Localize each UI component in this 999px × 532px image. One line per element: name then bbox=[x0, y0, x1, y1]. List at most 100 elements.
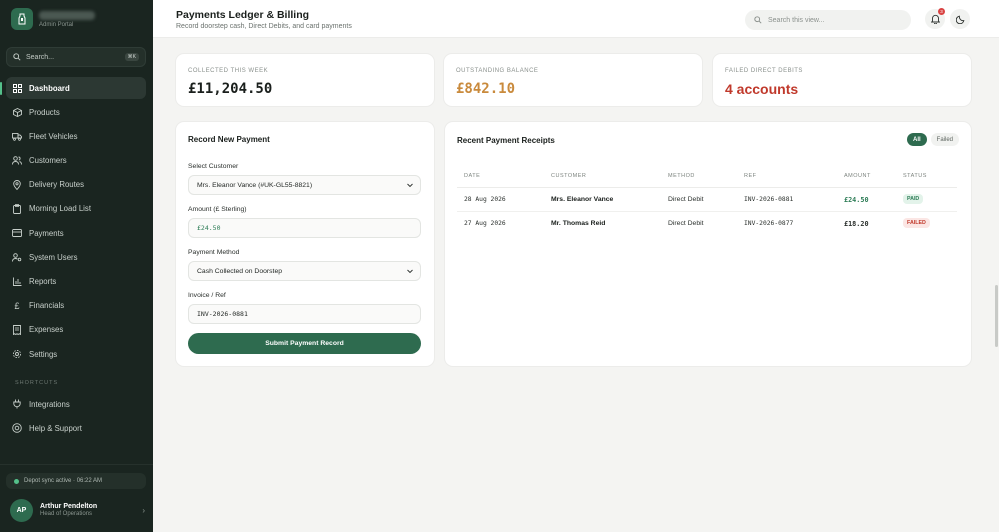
submit-payment-button[interactable]: Submit Payment Record bbox=[188, 333, 421, 354]
sidebar-item-integrations[interactable]: Integrations bbox=[6, 393, 146, 415]
depot-sync-status: Depot sync active · 06:22 AM bbox=[6, 473, 146, 489]
stat-label: COLLECTED THIS WEEK bbox=[188, 68, 269, 74]
sidebar-item-label: Fleet Vehicles bbox=[29, 131, 78, 141]
form-title: Record New Payment bbox=[188, 135, 270, 144]
page-scrollbar-thumb[interactable] bbox=[995, 285, 998, 347]
column-header-customer[interactable]: CUSTOMER bbox=[551, 173, 586, 179]
active-indicator bbox=[0, 82, 2, 95]
outstanding-balance-card: OUTSTANDING BALANCE £842.10 bbox=[444, 54, 702, 106]
chevron-right-icon: › bbox=[142, 505, 145, 515]
sidebar-search-input[interactable]: Search... ⌘K bbox=[6, 47, 146, 67]
sidebar-item-label: Reports bbox=[29, 277, 57, 286]
sidebar-item-label: Dashboard bbox=[29, 83, 70, 93]
sidebar-search-placeholder: Search... bbox=[26, 53, 55, 61]
sidebar-item-label: Delivery Routes bbox=[29, 180, 85, 190]
sidebar-item-label: Customers bbox=[29, 156, 67, 166]
chevron-down-icon bbox=[406, 267, 414, 277]
sync-status-text: Depot sync active · 06:22 AM bbox=[24, 478, 103, 484]
stat-value: 4 accounts bbox=[725, 81, 799, 97]
credit-card-icon bbox=[12, 228, 22, 238]
shortcuts-nav: Integrations Help & Support bbox=[6, 393, 146, 441]
column-header-ref[interactable]: REF bbox=[744, 173, 757, 179]
sidebar-item-payments[interactable]: Payments bbox=[6, 222, 146, 244]
column-header-status[interactable]: STATUS bbox=[903, 173, 927, 179]
payment-method-value: Cash Collected on Doorstep bbox=[197, 267, 283, 275]
sidebar-item-label: Expenses bbox=[29, 325, 64, 335]
user-cog-icon bbox=[12, 252, 22, 262]
bar-chart-icon bbox=[12, 277, 22, 287]
invoice-ref-input[interactable]: INV-2026-0881 bbox=[188, 304, 421, 324]
status-badge: FAILED bbox=[903, 218, 930, 228]
bell-icon bbox=[930, 14, 940, 24]
filter-all-button[interactable]: All bbox=[906, 133, 927, 146]
notification-badge: 3 bbox=[938, 8, 945, 15]
sidebar-item-label: Payments bbox=[29, 228, 64, 238]
cell-amount: £24.50 bbox=[844, 196, 869, 204]
cell-date: 27 Aug 2026 bbox=[464, 220, 506, 227]
moon-icon bbox=[955, 15, 965, 24]
sidebar-item-system-users[interactable]: System Users bbox=[6, 246, 146, 268]
receipt-icon bbox=[12, 324, 22, 335]
sidebar-item-label: Products bbox=[29, 107, 60, 117]
user-profile[interactable]: AP Arthur Pendelton Head of Operations › bbox=[10, 497, 145, 523]
grid-icon bbox=[12, 83, 22, 93]
sidebar-item-label: Help & Support bbox=[29, 423, 82, 433]
sidebar-item-label: Financials bbox=[29, 301, 65, 311]
notifications-button[interactable]: 3 bbox=[925, 8, 945, 29]
brand[interactable]: Admin Portal bbox=[11, 6, 95, 32]
table-header-divider bbox=[457, 187, 957, 188]
sidebar-item-label: Morning Load List bbox=[29, 204, 91, 214]
sidebar-item-morning-load-list[interactable]: Morning Load List bbox=[6, 198, 146, 220]
payment-method-select[interactable]: Cash Collected on Doorstep bbox=[188, 261, 421, 281]
map-pin-icon bbox=[12, 179, 22, 190]
brand-name-redacted bbox=[39, 10, 95, 20]
cell-ref: INV-2026-0877 bbox=[744, 220, 794, 227]
sidebar-item-financials[interactable]: £ Financials bbox=[6, 295, 146, 317]
stat-value: £11,204.50 bbox=[188, 81, 273, 97]
page-subtitle: Record doorstep cash, Direct Debits, and… bbox=[176, 23, 352, 30]
amount-input-value: £24.50 bbox=[197, 224, 221, 232]
payment-method-label: Payment Method bbox=[188, 249, 240, 256]
sidebar-item-fleet-vehicles[interactable]: Fleet Vehicles bbox=[6, 125, 146, 147]
amount-label: Amount (£ Sterling) bbox=[188, 206, 247, 213]
search-icon bbox=[13, 53, 21, 61]
sidebar-item-reports[interactable]: Reports bbox=[6, 271, 146, 293]
brand-subtitle: Admin Portal bbox=[39, 21, 74, 28]
cell-date: 28 Aug 2026 bbox=[464, 196, 506, 203]
plug-icon bbox=[12, 399, 22, 409]
sidebar-item-dashboard[interactable]: Dashboard bbox=[6, 77, 146, 99]
amount-input[interactable]: £24.50 bbox=[188, 218, 421, 238]
sidebar-item-delivery-routes[interactable]: Delivery Routes bbox=[6, 174, 146, 196]
cell-customer: Mrs. Eleanor Vance bbox=[551, 196, 614, 203]
column-header-date[interactable]: DATE bbox=[464, 173, 480, 179]
gear-icon bbox=[12, 349, 22, 359]
sidebar-divider bbox=[0, 464, 153, 465]
sidebar-item-products[interactable]: Products bbox=[6, 101, 146, 123]
view-search-input[interactable]: Search this view... bbox=[745, 10, 911, 30]
sidebar-item-settings[interactable]: Settings bbox=[6, 343, 146, 365]
truck-icon bbox=[12, 131, 22, 141]
column-header-method[interactable]: METHOD bbox=[668, 173, 695, 179]
user-name: Arthur Pendelton bbox=[40, 503, 98, 510]
avatar: AP bbox=[10, 498, 33, 522]
collected-this-week-card: COLLECTED THIS WEEK £11,204.50 bbox=[176, 54, 434, 106]
customer-select[interactable]: Mrs. Eleanor Vance (#UK-GL55-8821) bbox=[188, 175, 421, 195]
sidebar-item-expenses[interactable]: Expenses bbox=[6, 319, 146, 341]
cell-ref: INV-2026-0881 bbox=[744, 196, 794, 203]
users-icon bbox=[12, 156, 22, 166]
stat-label: FAILED DIRECT DEBITS bbox=[725, 68, 803, 74]
stat-value: £842.10 bbox=[456, 81, 516, 97]
page-title: Payments Ledger & Billing bbox=[176, 9, 310, 21]
theme-toggle-button[interactable] bbox=[950, 9, 970, 29]
sidebar-nav: Dashboard Products Fleet Vehicles Custom… bbox=[6, 77, 146, 367]
cell-amount: £18.20 bbox=[844, 220, 869, 228]
filter-failed-button[interactable]: Failed bbox=[930, 133, 959, 146]
receipt-filter-group: All Failed bbox=[906, 133, 959, 146]
status-badge: PAID bbox=[903, 194, 924, 204]
sidebar-item-help-support[interactable]: Help & Support bbox=[6, 417, 146, 439]
column-header-amount[interactable]: AMOUNT bbox=[844, 173, 871, 179]
sidebar: Admin Portal Search... ⌘K Dashboard Prod… bbox=[0, 0, 153, 532]
failed-direct-debits-card: FAILED DIRECT DEBITS 4 accounts bbox=[713, 54, 971, 106]
chevron-down-icon bbox=[406, 181, 414, 191]
sidebar-item-customers[interactable]: Customers bbox=[6, 150, 146, 172]
